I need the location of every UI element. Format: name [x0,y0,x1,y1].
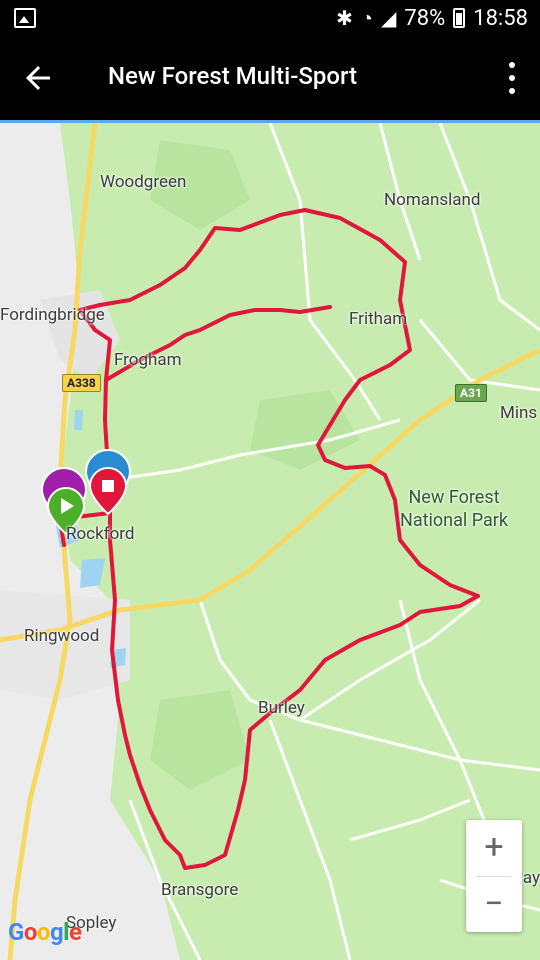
place-nomansland: Nomansland [384,190,481,210]
map-view[interactable]: Woodgreen Nomansland Fordingbridge Frith… [0,123,540,960]
place-fordingbridge: Fordingbridge [0,305,105,325]
place-rockford: Rockford [66,524,135,544]
marker-finish [88,466,128,516]
place-woodgreen: Woodgreen [100,172,187,192]
road-badge-a338: A338 [62,374,101,392]
place-ringwood: Ringwood [24,626,100,646]
place-new-forest-national-park: New Forest National Park [400,486,508,532]
place-mins: Mins [500,403,538,423]
place-fritham: Fritham [349,309,408,329]
page-title: New Forest Multi-Sport [108,62,358,90]
arrow-back-icon[interactable] [20,60,56,96]
zoom-controls: + − [466,820,522,932]
place-new-forest-line1: New Forest [408,487,500,508]
place-burley: Burley [258,698,305,718]
battery-icon [453,8,466,28]
zoom-in-button[interactable]: + [466,820,522,876]
status-bar: ✱ ◔ ◢ 78% 18:58 [0,0,540,36]
zoom-out-button[interactable]: − [466,877,522,933]
signal-icon: ◢ [380,6,397,30]
place-frogham: Frogham [114,350,182,370]
battery-percentage: 78% [404,5,446,31]
app-bar: New Forest Multi-Sport [0,36,540,120]
wifi-icon: ◔ [360,5,373,30]
bluetooth-icon: ✱ [336,6,353,30]
road-badge-a31: A31 [455,384,487,402]
place-new-forest-line2: National Park [400,510,509,531]
more-vert-icon[interactable] [504,62,520,94]
clock-time: 18:58 [473,5,528,31]
google-logo: Google [8,918,82,946]
place-bransgore: Bransgore [161,880,239,900]
gallery-icon [14,8,36,28]
